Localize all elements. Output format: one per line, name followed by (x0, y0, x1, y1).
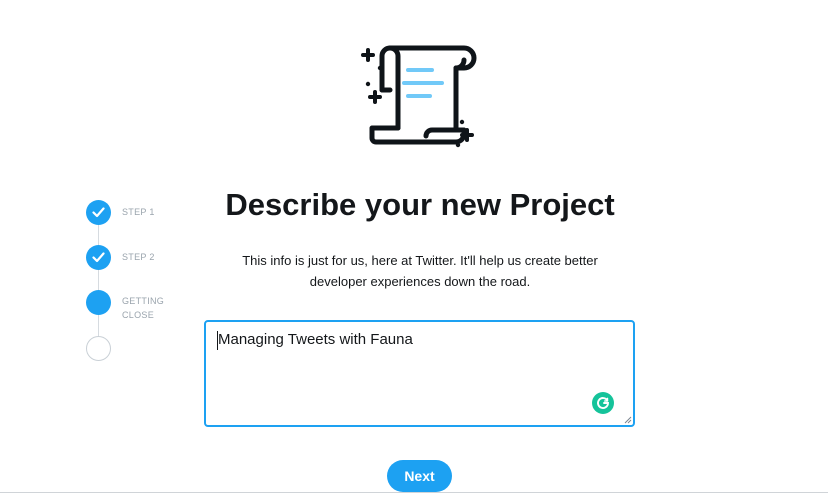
resize-handle-icon[interactable] (624, 416, 632, 424)
step-4-indicator (86, 336, 111, 361)
page-title: Describe your new Project (225, 187, 615, 222)
checkmark-icon (92, 252, 105, 263)
page-subtitle: This info is just for us, here at Twitte… (242, 253, 598, 289)
scroll-document-icon (361, 45, 477, 148)
step-2-label: STEP 2 (122, 252, 155, 262)
next-button[interactable]: Next (387, 460, 452, 492)
step-3-label: GETTING CLOSE (122, 296, 165, 320)
project-description-field[interactable]: Managing Tweets with Fauna (204, 320, 635, 427)
page: STEP 1 STEP 2 GETTING CLOSE Describe you… (0, 0, 828, 497)
stepper-connector-line (98, 212, 99, 346)
bottom-divider (0, 492, 828, 493)
step-2-indicator (86, 245, 111, 270)
project-description-value: Managing Tweets with Fauna (218, 331, 413, 348)
progress-stepper: STEP 1 STEP 2 GETTING CLOSE (84, 198, 204, 368)
grammarly-icon[interactable] (592, 392, 614, 414)
step-3-indicator (86, 290, 111, 315)
